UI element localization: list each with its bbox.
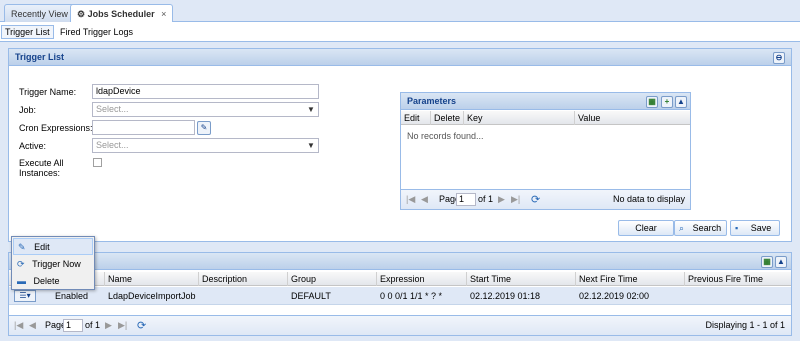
tab-label: Recently View: [11, 9, 68, 19]
column-header-previous-fire-time[interactable]: Previous Fire Time: [685, 272, 791, 286]
table-row[interactable]: ☰▾ Enabled LdapDeviceImportJob DEFAULT 0…: [9, 287, 791, 305]
results-header: ▦ ▲: [9, 253, 791, 270]
last-page-icon[interactable]: ▶|: [511, 194, 520, 205]
collapse-icon[interactable]: ▲: [675, 96, 687, 108]
execute-all-checkbox[interactable]: [93, 158, 102, 167]
parameters-header: Parameters ▦ + ▲: [401, 93, 690, 110]
menu-item-trigger-now[interactable]: ⟳ Trigger Now: [13, 256, 93, 273]
tab-bar: Recently View ⚙ Jobs Scheduler ×: [0, 0, 800, 23]
chevron-down-icon[interactable]: ▼: [305, 103, 317, 116]
pencil-icon[interactable]: ✎: [197, 121, 211, 135]
column-header-group[interactable]: Group: [288, 272, 377, 286]
empty-text: No records found...: [407, 131, 484, 141]
active-label: Active:: [19, 141, 47, 151]
page-input[interactable]: 1: [456, 193, 476, 206]
fired-trigger-logs-button[interactable]: Fired Trigger Logs: [56, 25, 137, 39]
execute-all-label: Execute All Instances:: [19, 158, 64, 178]
menu-item-label: Edit: [34, 242, 50, 252]
trigger-name-input[interactable]: ldapDevice: [92, 84, 319, 99]
column-header-description[interactable]: Description: [199, 272, 288, 286]
delete-icon: ▬: [17, 276, 26, 286]
row-start-time: 02.12.2019 01:18: [470, 291, 541, 301]
export-icon[interactable]: ▦: [761, 256, 773, 268]
page-input[interactable]: 1: [63, 319, 83, 332]
scheduler-icon: ⚙: [77, 9, 86, 19]
column-header-value[interactable]: Value: [575, 111, 690, 125]
menu-item-delete[interactable]: ▬ Delete: [13, 273, 93, 290]
pencil-icon: ✎: [18, 242, 26, 252]
trigger-list-panel: Trigger List ⊖ Trigger Name: ldapDevice …: [8, 48, 792, 242]
next-page-icon[interactable]: ▶: [498, 194, 505, 205]
save-icon: ▪: [735, 223, 739, 233]
menu-item-label: Delete: [33, 276, 60, 286]
column-header-delete[interactable]: Delete: [431, 111, 464, 125]
row-context-menu: ✎ Edit ⟳ Trigger Now ▬ Delete: [11, 236, 95, 290]
job-label: Job:: [19, 105, 37, 115]
refresh-icon[interactable]: ⟳: [531, 193, 540, 206]
active-placeholder: Select...: [96, 140, 129, 150]
tab-jobs-scheduler[interactable]: ⚙ Jobs Scheduler ×: [70, 4, 174, 23]
row-action-menu-button[interactable]: ☰▾: [14, 290, 36, 302]
cron-label: Cron Expressions:: [19, 123, 93, 133]
add-icon[interactable]: +: [661, 96, 673, 108]
parameters-panel: Parameters ▦ + ▲ Edit Delete Key Value N…: [400, 92, 691, 210]
collapse-tool-icon[interactable]: ⊖: [773, 52, 785, 64]
menu-item-edit[interactable]: ✎ Edit: [13, 238, 93, 255]
row-next-fire-time: 02.12.2019 02:00: [579, 291, 650, 301]
clear-button[interactable]: Clear: [618, 220, 674, 236]
tab-label: Jobs Scheduler: [87, 9, 155, 19]
tab-recently-view[interactable]: Recently View: [4, 4, 75, 22]
page-of-label: of 1: [478, 194, 494, 204]
export-icon[interactable]: ▦: [646, 96, 658, 108]
column-header-expression[interactable]: Expression: [377, 272, 467, 286]
job-placeholder: Select...: [96, 104, 129, 114]
trigger-name-label: Trigger Name:: [19, 87, 77, 97]
panel-header: Trigger List ⊖: [9, 49, 791, 66]
row-status: Enabled: [55, 291, 89, 301]
prev-page-icon[interactable]: ◀: [421, 194, 428, 205]
column-header-edit[interactable]: Edit: [401, 111, 431, 125]
page-of-label: of 1: [85, 320, 101, 330]
job-select[interactable]: Select... ▼: [92, 102, 319, 117]
prev-page-icon[interactable]: ◀: [29, 320, 36, 331]
pager-status: Displaying 1 - 1 of 1: [705, 320, 785, 330]
column-header-start-time[interactable]: Start Time: [467, 272, 576, 286]
last-page-icon[interactable]: ▶|: [118, 320, 127, 331]
refresh-icon: ⟳: [17, 259, 25, 269]
menu-item-label: Trigger Now: [32, 259, 81, 269]
execute-all-label-line2: Instances:: [19, 168, 61, 178]
row-name: LdapDeviceImportJob: [108, 291, 196, 301]
sub-toolbar: Trigger List Fired Trigger Logs: [0, 22, 800, 42]
search-label: Search: [692, 223, 722, 233]
trigger-list-button[interactable]: Trigger List: [1, 25, 54, 39]
first-page-icon[interactable]: |◀: [14, 320, 23, 331]
column-header-next-fire-time[interactable]: Next Fire Time: [576, 272, 685, 286]
collapse-icon[interactable]: ▲: [775, 256, 787, 268]
chevron-down-icon[interactable]: ▼: [305, 139, 317, 152]
row-expression: 0 0 0/1 1/1 * ? *: [380, 291, 443, 301]
panel-title: Trigger List: [15, 52, 65, 62]
save-button[interactable]: ▪ Save: [730, 220, 780, 236]
cron-input[interactable]: [92, 120, 195, 135]
results-pager: |◀ ◀ Page 1 of 1 ▶ ▶| ⟳ Displaying 1 - 1…: [9, 315, 791, 335]
active-select[interactable]: Select... ▼: [92, 138, 319, 153]
close-icon[interactable]: ×: [161, 9, 166, 19]
results-grid-header: Name Description Group Expression Start …: [9, 272, 791, 286]
next-page-icon[interactable]: ▶: [105, 320, 112, 331]
first-page-icon[interactable]: |◀: [406, 194, 415, 205]
column-header-key[interactable]: Key: [464, 111, 575, 125]
save-label: Save: [750, 223, 772, 233]
row-group: DEFAULT: [291, 291, 331, 301]
column-header-name[interactable]: Name: [105, 272, 199, 286]
parameters-pager: |◀ ◀ Page 1 of 1 ▶ ▶| ⟳ No data to displ…: [401, 189, 690, 209]
pager-status: No data to display: [612, 194, 685, 204]
refresh-icon[interactable]: ⟳: [137, 319, 146, 332]
results-panel: ▦ ▲ Name Description Group Expression St…: [8, 252, 792, 336]
execute-all-label-line1: Execute All: [19, 158, 64, 168]
search-icon: ⌕: [679, 223, 685, 233]
parameters-grid-header: Edit Delete Key Value: [401, 111, 690, 125]
parameters-title: Parameters: [407, 96, 457, 106]
search-button[interactable]: ⌕ Search: [674, 220, 727, 236]
